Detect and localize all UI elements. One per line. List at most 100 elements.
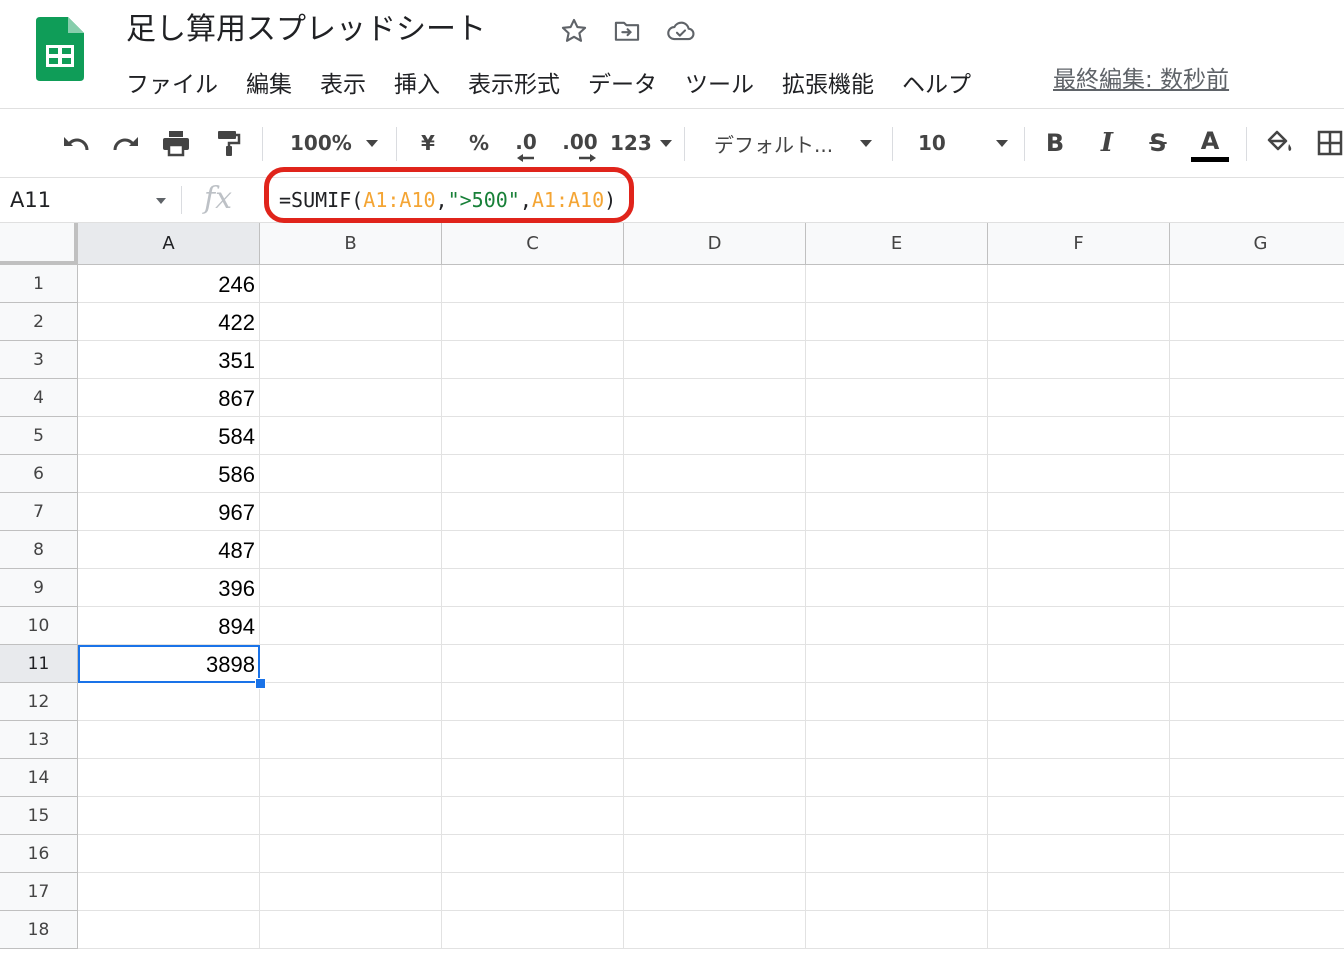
cell-b9[interactable]	[260, 569, 442, 607]
cell-d5[interactable]	[624, 417, 806, 455]
cell-b2[interactable]	[260, 303, 442, 341]
cell-f5[interactable]	[988, 417, 1170, 455]
column-header-c[interactable]: C	[442, 223, 624, 265]
fill-color-icon[interactable]	[1262, 109, 1298, 177]
cell-f16[interactable]	[988, 835, 1170, 873]
menu-file[interactable]: ファイル	[126, 65, 218, 99]
menu-tools[interactable]: ツール	[685, 65, 754, 99]
star-icon[interactable]	[559, 16, 589, 46]
cell-f1[interactable]	[988, 265, 1170, 303]
cell-a17[interactable]	[78, 873, 260, 911]
cell-e2[interactable]	[806, 303, 988, 341]
cell-g2[interactable]	[1170, 303, 1344, 341]
cell-a12[interactable]	[78, 683, 260, 721]
cell-d1[interactable]	[624, 265, 806, 303]
row-header-4[interactable]: 4	[0, 379, 78, 417]
cell-a18[interactable]	[78, 911, 260, 949]
cell-b7[interactable]	[260, 493, 442, 531]
cell-c3[interactable]	[442, 341, 624, 379]
text-color-button[interactable]: A	[1190, 109, 1230, 177]
cell-c2[interactable]	[442, 303, 624, 341]
cell-d9[interactable]	[624, 569, 806, 607]
cell-f3[interactable]	[988, 341, 1170, 379]
cell-c15[interactable]	[442, 797, 624, 835]
cell-b5[interactable]	[260, 417, 442, 455]
cell-d7[interactable]	[624, 493, 806, 531]
column-header-a[interactable]: A	[78, 223, 260, 265]
row-header-3[interactable]: 3	[0, 341, 78, 379]
cell-g3[interactable]	[1170, 341, 1344, 379]
cell-b11[interactable]	[260, 645, 442, 683]
cell-f8[interactable]	[988, 531, 1170, 569]
cell-b1[interactable]	[260, 265, 442, 303]
menu-insert[interactable]: 挿入	[394, 65, 440, 99]
cell-d16[interactable]	[624, 835, 806, 873]
cell-c9[interactable]	[442, 569, 624, 607]
row-header-6[interactable]: 6	[0, 455, 78, 493]
cell-e15[interactable]	[806, 797, 988, 835]
cell-f7[interactable]	[988, 493, 1170, 531]
cell-c6[interactable]	[442, 455, 624, 493]
cell-g15[interactable]	[1170, 797, 1344, 835]
cell-b3[interactable]	[260, 341, 442, 379]
chevron-down-icon[interactable]	[156, 198, 166, 204]
cell-e18[interactable]	[806, 911, 988, 949]
cell-a16[interactable]	[78, 835, 260, 873]
column-header-e[interactable]: E	[806, 223, 988, 265]
cell-d15[interactable]	[624, 797, 806, 835]
move-to-folder-icon[interactable]	[612, 16, 642, 46]
cell-b12[interactable]	[260, 683, 442, 721]
row-header-5[interactable]: 5	[0, 417, 78, 455]
cell-c11[interactable]	[442, 645, 624, 683]
cell-e17[interactable]	[806, 873, 988, 911]
cell-b16[interactable]	[260, 835, 442, 873]
cell-g4[interactable]	[1170, 379, 1344, 417]
cell-e16[interactable]	[806, 835, 988, 873]
cell-e1[interactable]	[806, 265, 988, 303]
cell-d3[interactable]	[624, 341, 806, 379]
cell-e10[interactable]	[806, 607, 988, 645]
cell-c10[interactable]	[442, 607, 624, 645]
cell-g9[interactable]	[1170, 569, 1344, 607]
bold-button[interactable]: B	[1038, 109, 1072, 177]
cloud-saved-icon[interactable]	[666, 16, 696, 46]
strikethrough-button[interactable]: S	[1140, 109, 1176, 177]
cell-b18[interactable]	[260, 911, 442, 949]
cell-d10[interactable]	[624, 607, 806, 645]
cell-g18[interactable]	[1170, 911, 1344, 949]
cell-b10[interactable]	[260, 607, 442, 645]
fill-handle[interactable]	[255, 678, 266, 689]
row-header-16[interactable]: 16	[0, 835, 78, 873]
menu-edit[interactable]: 編集	[246, 65, 292, 99]
document-title[interactable]: 足し算用スプレッドシート	[126, 10, 486, 50]
cell-c17[interactable]	[442, 873, 624, 911]
font-family-select[interactable]: デフォルト...	[700, 109, 876, 177]
row-header-13[interactable]: 13	[0, 721, 78, 759]
cell-f15[interactable]	[988, 797, 1170, 835]
cell-e9[interactable]	[806, 569, 988, 607]
cell-c1[interactable]	[442, 265, 624, 303]
cell-f18[interactable]	[988, 911, 1170, 949]
column-header-f[interactable]: F	[988, 223, 1170, 265]
column-header-g[interactable]: G	[1170, 223, 1344, 265]
sheets-logo-icon[interactable]	[36, 17, 84, 81]
redo-icon[interactable]	[108, 109, 144, 177]
cell-b14[interactable]	[260, 759, 442, 797]
row-header-2[interactable]: 2	[0, 303, 78, 341]
select-all-corner[interactable]	[0, 223, 78, 265]
cell-d8[interactable]	[624, 531, 806, 569]
row-header-12[interactable]: 12	[0, 683, 78, 721]
menu-view[interactable]: 表示	[320, 65, 366, 99]
cell-f9[interactable]	[988, 569, 1170, 607]
menu-help[interactable]: ヘルプ	[902, 65, 971, 99]
cell-d18[interactable]	[624, 911, 806, 949]
cell-f10[interactable]	[988, 607, 1170, 645]
row-header-11[interactable]: 11	[0, 645, 78, 683]
cell-b17[interactable]	[260, 873, 442, 911]
row-header-8[interactable]: 8	[0, 531, 78, 569]
menu-data[interactable]: データ	[588, 65, 657, 99]
cell-g11[interactable]	[1170, 645, 1344, 683]
cell-b13[interactable]	[260, 721, 442, 759]
cell-f11[interactable]	[988, 645, 1170, 683]
undo-icon[interactable]	[58, 109, 94, 177]
